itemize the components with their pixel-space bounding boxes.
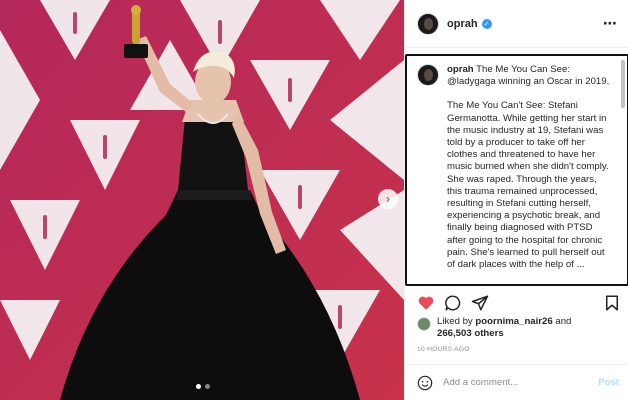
carousel-dot <box>205 384 210 389</box>
liker-avatar[interactable] <box>417 317 431 331</box>
chevron-right-icon: › <box>386 192 390 206</box>
comment-icon[interactable] <box>444 294 462 312</box>
post-timestamp[interactable]: 10 HOURS AGO <box>417 346 470 353</box>
like-heart-icon[interactable] <box>417 294 435 312</box>
carousel-dot-active <box>196 384 201 389</box>
post-side-panel: oprah ✓ ⋯ oprah The Me You Can See: @lad… <box>404 0 628 400</box>
caption-line-2: The Me You Can't See: Stefani Germanotta… <box>447 100 609 271</box>
author-avatar[interactable] <box>417 12 439 35</box>
likes-middle: and <box>552 316 572 327</box>
caption-author-avatar[interactable] <box>417 64 439 86</box>
caption-first-paragraph: oprah The Me You Can See: @ladygaga winn… <box>447 64 611 88</box>
more-options-icon[interactable]: ⋯ <box>603 15 618 32</box>
emoji-icon[interactable] <box>417 375 433 391</box>
bookmark-icon[interactable] <box>603 294 621 312</box>
action-bar <box>417 292 621 314</box>
caption-username[interactable]: oprah <box>447 64 474 75</box>
carousel-indicator <box>196 384 210 389</box>
post-header: oprah ✓ ⋯ <box>405 0 628 48</box>
photo-illustration <box>0 0 404 400</box>
share-icon[interactable] <box>471 294 489 312</box>
liker-username[interactable]: poornima_nair26 <box>475 316 552 327</box>
post-photo[interactable]: › <box>0 0 404 400</box>
comment-input[interactable] <box>443 377 583 388</box>
comment-bar: Post <box>405 364 628 400</box>
likes-summary: Liked by poornima_nair26 and 266,503 oth… <box>417 316 617 340</box>
carousel-next-button[interactable]: › <box>378 189 398 209</box>
author-username[interactable]: oprah <box>447 18 478 30</box>
likes-prefix: Liked by <box>437 316 476 327</box>
likes-count[interactable]: 266,503 others <box>437 328 504 339</box>
likes-text: Liked by poornima_nair26 and 266,503 oth… <box>437 316 571 340</box>
verified-badge-icon: ✓ <box>481 18 492 29</box>
caption-row: oprah The Me You Can See: @ladygaga winn… <box>417 64 617 283</box>
caption-text: oprah The Me You Can See: @ladygaga winn… <box>447 64 611 283</box>
post-comment-button[interactable]: Post <box>598 377 619 388</box>
caption-scrollbar[interactable] <box>621 60 625 108</box>
caption-container[interactable]: oprah The Me You Can See: @ladygaga winn… <box>405 54 628 286</box>
